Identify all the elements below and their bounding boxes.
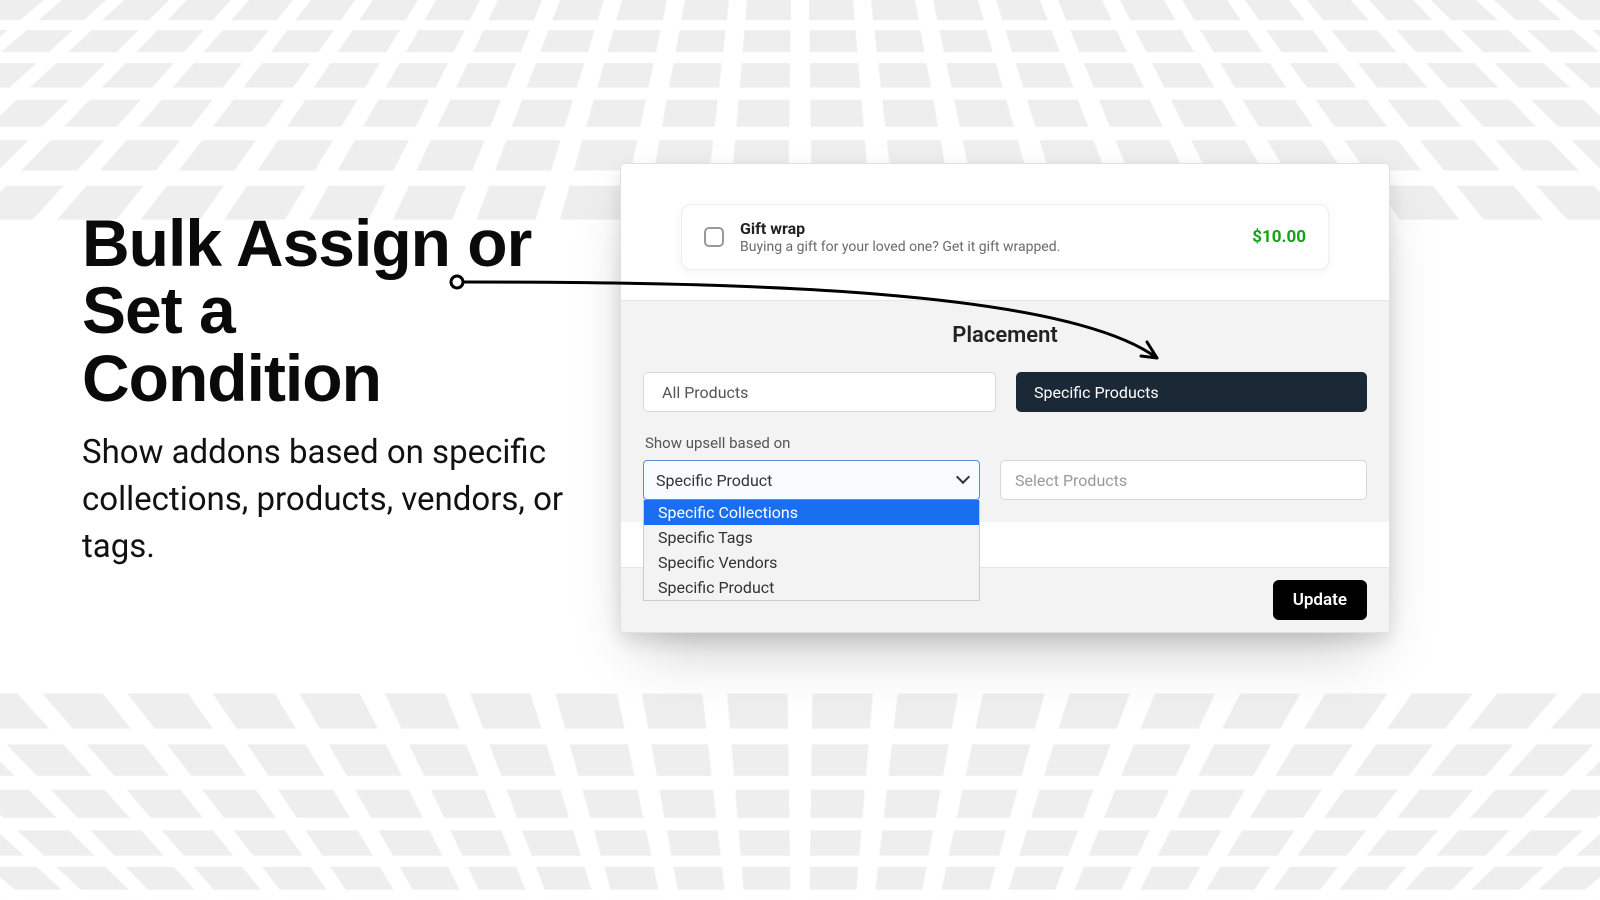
- basis-select[interactable]: Specific Product: [643, 460, 980, 500]
- addon-card-giftwrap: Gift wrap Buying a gift for your loved o…: [681, 204, 1329, 270]
- basis-option-product[interactable]: Specific Product: [644, 575, 979, 600]
- update-button[interactable]: Update: [1273, 580, 1367, 620]
- update-button-label: Update: [1293, 590, 1347, 610]
- marketing-title-line2: Condition: [82, 341, 381, 415]
- basis-option-collections[interactable]: Specific Collections: [644, 500, 979, 525]
- marketing-copy: Bulk Assign or Set a Condition Show addo…: [82, 210, 602, 571]
- criteria-label: Show upsell based on: [645, 434, 1367, 452]
- placement-toggle-group: All Products Specific Products: [643, 372, 1367, 412]
- marketing-title: Bulk Assign or Set a Condition: [82, 210, 602, 412]
- toggle-specific-products[interactable]: Specific Products: [1016, 372, 1367, 412]
- addon-title: Gift wrap: [740, 219, 1236, 238]
- marketing-title-line1: Bulk Assign or Set a: [82, 206, 531, 347]
- basis-option-vendors[interactable]: Specific Vendors: [644, 550, 979, 575]
- toggle-specific-products-label: Specific Products: [1034, 383, 1159, 402]
- settings-panel: Gift wrap Buying a gift for your loved o…: [620, 163, 1390, 633]
- addon-price: $10.00: [1252, 227, 1306, 247]
- chevron-down-icon: [958, 474, 970, 486]
- product-picker-placeholder: Select Products: [1015, 471, 1127, 490]
- addon-subtitle: Buying a gift for your loved one? Get it…: [740, 239, 1236, 255]
- placement-section: Placement All Products Specific Products…: [621, 300, 1389, 522]
- basis-select-value: Specific Product: [656, 471, 772, 490]
- basis-dropdown: Specific Collections Specific Tags Speci…: [643, 500, 980, 601]
- toggle-all-products[interactable]: All Products: [643, 372, 996, 412]
- addon-checkbox[interactable]: [704, 227, 724, 247]
- placement-heading: Placement: [643, 323, 1367, 348]
- basis-option-tags[interactable]: Specific Tags: [644, 525, 979, 550]
- product-picker-input[interactable]: Select Products: [1000, 460, 1367, 500]
- marketing-body: Show addons based on specific collection…: [82, 430, 602, 571]
- toggle-all-products-label: All Products: [662, 383, 748, 402]
